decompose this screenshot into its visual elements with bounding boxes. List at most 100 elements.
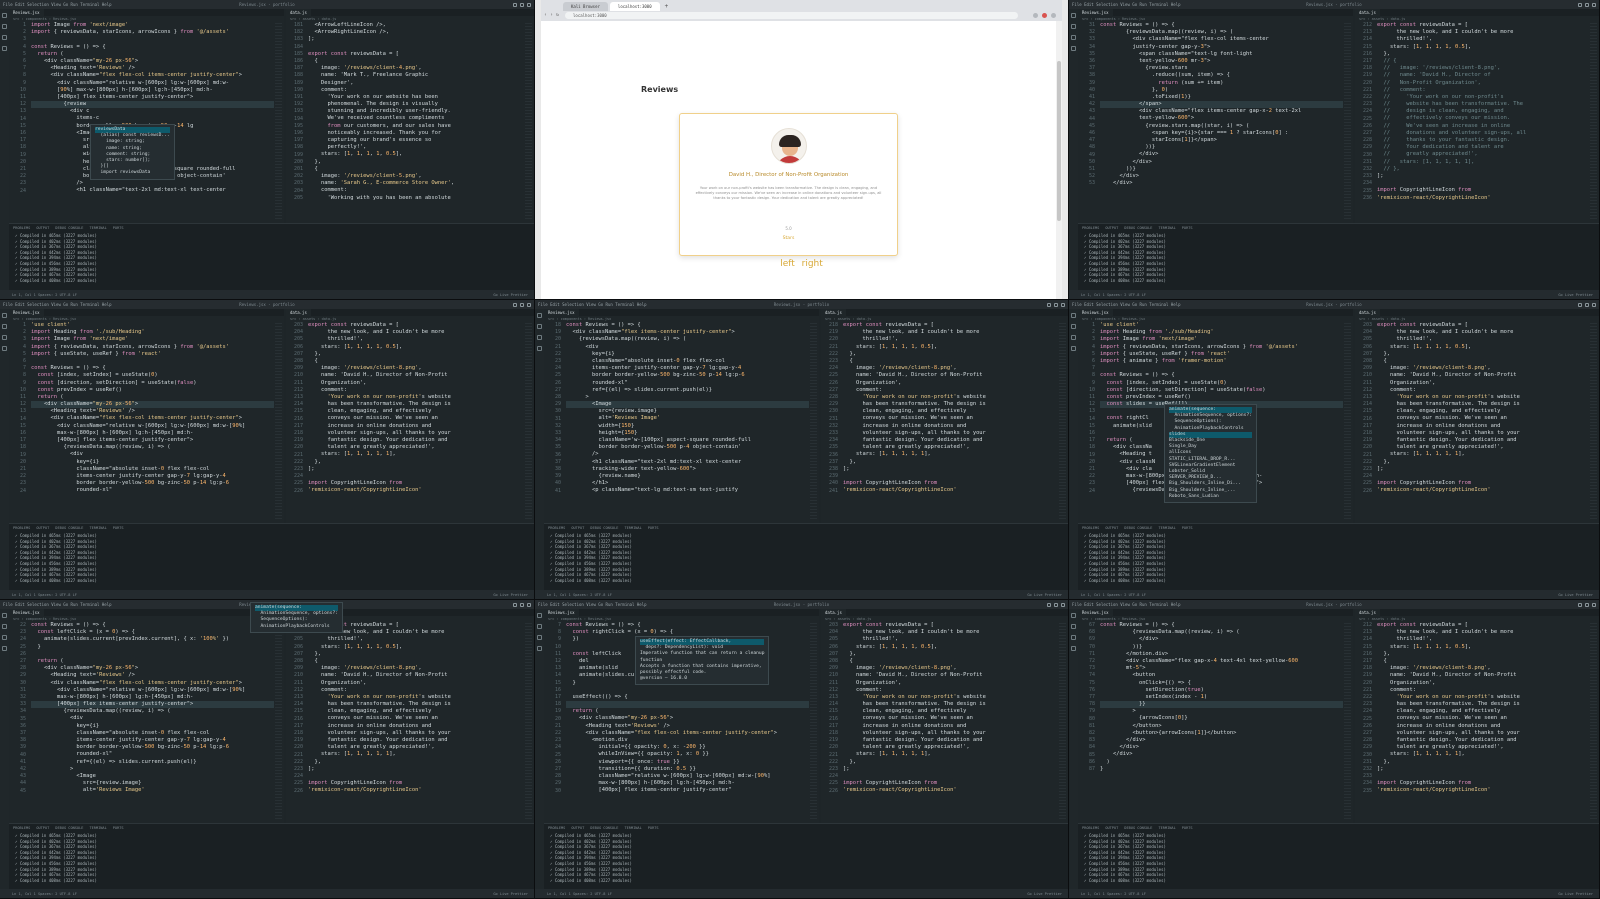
minimize-icon[interactable]	[1047, 602, 1051, 607]
code-line[interactable]: // We've seen an increase in online	[1377, 123, 1589, 130]
code-line[interactable]: the new look, and I couldn't be more	[843, 329, 1058, 336]
code-line[interactable]: name: 'David H., Director of Non-Profit	[1377, 372, 1589, 379]
code-line[interactable]: {	[308, 658, 524, 665]
window-controls[interactable]	[1047, 302, 1065, 307]
panel-tab[interactable]: DEBUG CONSOLE	[55, 524, 83, 532]
code-line[interactable]: the new look, and I couldn't be more	[1377, 629, 1589, 636]
code-line[interactable]: width={150}	[566, 423, 809, 430]
code-line[interactable]: />	[31, 180, 274, 187]
code-line[interactable]: the new look, and I couldn't be more	[1377, 29, 1589, 36]
close-icon[interactable]	[1592, 2, 1596, 7]
code-line[interactable]: },	[1377, 759, 1589, 766]
minimize-icon[interactable]	[1578, 2, 1582, 7]
code-line[interactable]: the new look, and I couldn't be more	[308, 329, 524, 336]
code-line[interactable]: const Reviews = () => {	[1100, 622, 1343, 629]
code-line[interactable]: <div className="my-26 px-56">	[31, 665, 274, 672]
panel-tabs[interactable]: PROBLEMS OUTPUT DEBUG CONSOLE TERMINAL PORTS	[544, 824, 1068, 832]
popup-line[interactable]: Big_Shoulders_Inline_Di...	[1169, 481, 1252, 487]
code-line[interactable]: <div className="relative w-[600px] lg:w-…	[31, 687, 274, 694]
minimize-icon[interactable]	[513, 302, 517, 307]
code-line[interactable]: ];	[843, 766, 1058, 773]
code-line[interactable]: .reduce((sum, item) => {	[1100, 72, 1343, 79]
panel-tab[interactable]: DEBUG CONSOLE	[590, 524, 618, 532]
code-line[interactable]: tracking-wider text-yellow-600">	[566, 466, 809, 473]
panel-tab[interactable]: PORTS	[1182, 524, 1193, 532]
panel-tab[interactable]: TERMINAL	[89, 824, 106, 832]
code-line[interactable]: max-w-[800px] h-[600px] lg:h-[450px] md:…	[566, 780, 809, 787]
code-line[interactable]: <h1 className="text-2xl md:text-xl text-…	[31, 187, 274, 194]
panel-tab[interactable]: TERMINAL	[1158, 524, 1175, 532]
code-line[interactable]: noticeably increased. Thank you for	[308, 130, 524, 137]
code-line[interactable]: {review.stars	[1100, 65, 1343, 72]
code-line[interactable]	[31, 651, 274, 658]
editor-right[interactable]: data.js src › assets › data.js 212 213 214…	[1355, 9, 1599, 223]
panel-tab[interactable]: PROBLEMS	[1082, 224, 1099, 232]
popup-line[interactable]: AnimationPlaybackControls	[255, 624, 338, 630]
code-line[interactable]	[31, 358, 274, 365]
menu-item[interactable]: Run	[71, 302, 78, 307]
code-line[interactable]: import CopyrightLineIcon from	[1377, 187, 1589, 194]
code-line[interactable]: // stars: [1, 1, 1, 1, 1],	[1377, 159, 1589, 166]
code-line[interactable]: {	[1377, 358, 1589, 365]
code-line[interactable]: export const reviewsData = [	[843, 622, 1058, 629]
editor-left[interactable]: Reviews.jsx src › components › Reviews.j…	[9, 309, 284, 523]
status-right[interactable]: Go Live Prettier	[1027, 593, 1062, 597]
panel-tab[interactable]: PROBLEMS	[13, 824, 30, 832]
code-line[interactable]: 'use client'	[1100, 322, 1343, 329]
code-line[interactable]: <Heading text='Reviews' />	[31, 408, 274, 415]
status-right[interactable]: Go Live Prettier	[1558, 593, 1593, 597]
extensions-icon[interactable]	[1071, 646, 1076, 651]
explorer-icon[interactable]	[1071, 313, 1076, 318]
code-line[interactable]: image: '/reviews/client-8.png',	[308, 665, 524, 672]
code-line[interactable]: volunteer sign-ups, all thanks to your	[308, 730, 524, 737]
code-line[interactable]: perfectly!',	[308, 144, 524, 151]
editor-right[interactable]: data.js src › assets › data.js 203204205…	[821, 609, 1068, 823]
code-line[interactable]: 'Your work on our non-profit's website	[1377, 394, 1589, 401]
menu-item[interactable]: Run	[1140, 2, 1147, 7]
code-line[interactable]: comment:	[308, 687, 524, 694]
left-arrow-button[interactable]: left	[778, 259, 797, 269]
code-line[interactable]: 'Your work on our non-profit's website	[1377, 694, 1589, 701]
menu-item[interactable]: Selection	[27, 302, 49, 307]
code-line[interactable]: return (sum += item)	[1100, 80, 1343, 87]
code-line[interactable]	[1377, 773, 1589, 780]
code-line[interactable]: <div className="flex items-center gap-x-…	[1100, 108, 1343, 115]
code-line[interactable]: talent are greatly appreciated!',	[1377, 744, 1589, 751]
code-line[interactable]: comment:	[1377, 387, 1589, 394]
menu-item[interactable]: Selection	[562, 602, 584, 607]
code-line[interactable]: import { reviewsData, starIcons, arrowIc…	[31, 344, 274, 351]
menu-item[interactable]: Terminal	[80, 2, 99, 7]
code-line[interactable]: image: '/reviews/client-4.png',	[308, 65, 524, 72]
code-line[interactable]: <Heading text='Reviews' />	[31, 672, 274, 679]
extensions-icon[interactable]	[537, 646, 542, 651]
status-right[interactable]: Go Live Prettier	[1558, 293, 1593, 297]
minimap[interactable]	[275, 623, 282, 819]
menu-item[interactable]: File	[3, 602, 13, 607]
code-line[interactable]: Organization',	[843, 380, 1058, 387]
code-line[interactable]: return (	[31, 394, 274, 401]
code-line[interactable]	[566, 687, 809, 694]
code-line[interactable]: {	[308, 58, 524, 65]
extensions-icon[interactable]	[2, 46, 7, 51]
maximize-icon[interactable]	[1585, 2, 1589, 7]
code-line[interactable]: </div>	[1100, 737, 1343, 744]
code-line[interactable]: Organization',	[843, 680, 1058, 687]
menu-item[interactable]: Edit	[1084, 602, 1094, 607]
menu-item[interactable]: Go	[63, 2, 68, 7]
window-controls[interactable]	[513, 2, 531, 7]
search-icon[interactable]	[2, 324, 7, 329]
panel-tab[interactable]: PROBLEMS	[13, 224, 30, 232]
code-line[interactable]: // donations and volunteer sign-ups, all	[1377, 130, 1589, 137]
code-line[interactable]: <div className="relative w-[600px] lg:w-…	[31, 80, 274, 87]
panel-tabs[interactable]: PROBLEMS OUTPUT DEBUG CONSOLE TERMINAL PORTS	[1078, 824, 1599, 832]
code-line[interactable]: thrilled!',	[843, 336, 1058, 343]
code-line[interactable]: thrilled!',	[308, 336, 524, 343]
source-control-icon[interactable]	[537, 335, 542, 340]
code-line[interactable]: stars: [1, 1, 1, 1, 1],	[308, 751, 524, 758]
status-right[interactable]: Go Live Prettier	[493, 293, 528, 297]
code-line[interactable]: key={i}	[31, 459, 274, 466]
editor-tab[interactable]: data.js	[1355, 609, 1380, 616]
code-line[interactable]: viewport={{ once: true }}	[566, 759, 809, 766]
code-line[interactable]: stars: [1, 1, 1, 1, 0.5],	[1377, 344, 1589, 351]
code-line[interactable]: alt='Reviews Image'	[31, 787, 274, 794]
